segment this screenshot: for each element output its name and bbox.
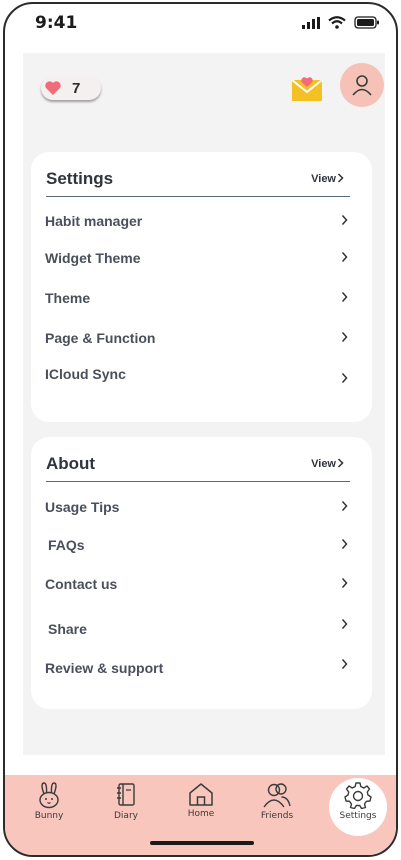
tab-label: Friends	[260, 811, 294, 821]
friends-icon	[263, 783, 291, 808]
settings-view-link[interactable]: View	[311, 173, 336, 185]
status-time: 9:41	[35, 13, 78, 33]
battery-icon	[354, 16, 379, 29]
menu-item-page-function[interactable]: Page & Function	[45, 326, 350, 350]
menu-item-icloud-sync[interactable]: ICloud Sync	[45, 362, 350, 386]
menu-item-habit-manager[interactable]: Habit manager	[45, 209, 350, 233]
chevron-right-icon	[341, 659, 348, 669]
chevron-right-icon[interactable]	[337, 173, 344, 183]
menu-item-theme[interactable]: Theme	[45, 286, 350, 310]
divider	[46, 481, 350, 482]
menu-item-label: Page & Function	[45, 330, 156, 346]
tab-diary[interactable]: Diary	[98, 781, 154, 833]
about-view-link[interactable]: View	[311, 458, 336, 470]
phone-frame: 9:41 7 Settings View Habit manager Widge…	[3, 2, 398, 857]
about-title: About	[46, 454, 96, 473]
menu-item-label: Usage Tips	[45, 499, 120, 515]
diary-icon	[117, 783, 135, 806]
settings-card: Settings View Habit manager Widget Theme…	[31, 152, 372, 422]
bunny-icon	[39, 782, 59, 809]
wifi-icon	[328, 16, 346, 29]
menu-item-label: Widget Theme	[45, 250, 141, 266]
menu-item-widget-theme[interactable]: Widget Theme	[45, 246, 350, 270]
menu-item-usage-tips[interactable]: Usage Tips	[45, 495, 350, 519]
divider	[46, 196, 350, 197]
menu-item-label: Share	[48, 621, 87, 637]
likes-badge[interactable]: 7	[41, 76, 101, 100]
tab-bunny[interactable]: Bunny	[21, 781, 77, 833]
chevron-right-icon	[341, 292, 348, 302]
home-indicator	[150, 841, 254, 845]
menu-item-label: Contact us	[45, 576, 118, 592]
menu-item-label: Habit manager	[45, 213, 143, 229]
about-card: About View Usage Tips FAQs Contact us Sh…	[31, 437, 372, 709]
profile-icon	[352, 75, 372, 96]
status-icons	[302, 16, 380, 29]
heart-icon	[45, 81, 61, 95]
menu-item-share[interactable]: Share	[48, 617, 350, 641]
tab-settings[interactable]: Settings	[330, 781, 386, 833]
tab-label: Diary	[114, 811, 138, 821]
chevron-right-icon	[341, 578, 348, 588]
main-content: 7 Settings View Habit manager Widget The…	[23, 53, 385, 755]
menu-item-label: Review & support	[45, 660, 164, 676]
tab-label: Settings	[339, 811, 377, 821]
settings-title: Settings	[46, 169, 114, 188]
menu-item-label: FAQs	[48, 537, 85, 553]
home-icon	[189, 783, 213, 806]
gear-icon	[344, 782, 372, 809]
bottom-tab-bar: Bunny Diary Home Friends Settings	[5, 775, 396, 855]
menu-item-contact-us[interactable]: Contact us	[45, 572, 350, 596]
chevron-right-icon[interactable]	[337, 458, 344, 468]
chevron-right-icon	[341, 619, 348, 629]
menu-item-label: ICloud Sync	[45, 366, 126, 382]
menu-item-review-support[interactable]: Review & support	[45, 656, 350, 680]
tab-label: Home	[187, 809, 215, 819]
mail-heart-icon[interactable]	[291, 73, 323, 108]
chevron-right-icon	[341, 215, 348, 225]
chevron-right-icon	[341, 501, 348, 511]
chevron-right-icon	[341, 373, 348, 383]
menu-item-faqs[interactable]: FAQs	[48, 533, 350, 557]
tab-label: Bunny	[34, 811, 64, 821]
profile-avatar[interactable]	[340, 63, 384, 107]
likes-count: 7	[72, 79, 81, 97]
chevron-right-icon	[341, 252, 348, 262]
chevron-right-icon	[341, 332, 348, 342]
menu-item-label: Theme	[45, 290, 91, 306]
tab-friends[interactable]: Friends	[249, 781, 305, 833]
tab-home[interactable]: Home	[173, 781, 229, 833]
chevron-right-icon	[341, 539, 348, 549]
signal-icon	[302, 16, 320, 29]
status-bar: 9:41	[5, 4, 396, 46]
